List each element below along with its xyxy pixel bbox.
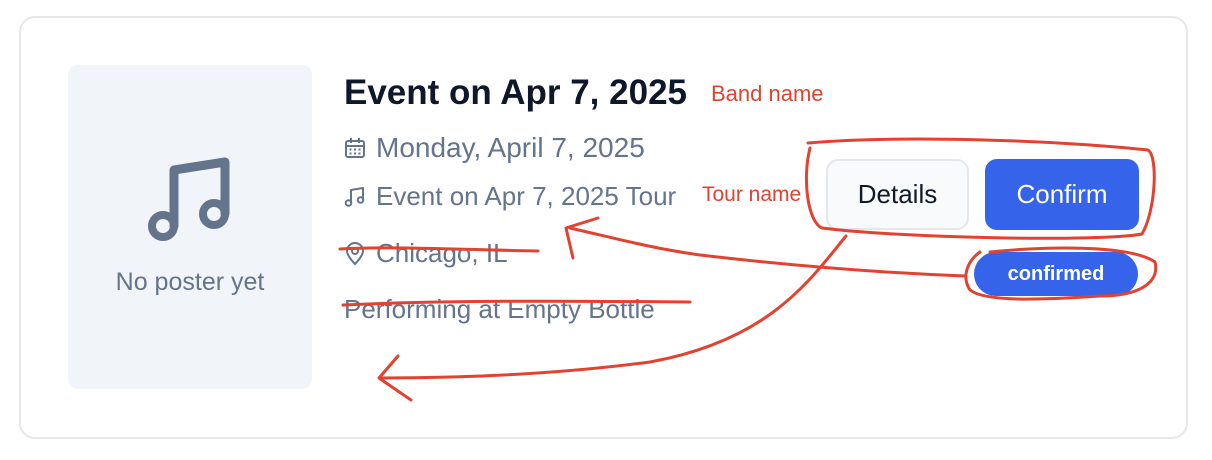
tour-name-annotation: Tour name <box>702 183 802 206</box>
event-tour-row: Event on Apr 7, 2025 Tour <box>344 181 676 212</box>
location-pin-icon <box>345 241 365 265</box>
event-tour: Event on Apr 7, 2025 Tour <box>376 181 677 211</box>
music-note-icon <box>148 157 230 241</box>
event-title: Event on Apr 7, 2025 <box>344 73 687 112</box>
status-badge: confirmed <box>974 252 1138 296</box>
confirm-button[interactable]: Confirm <box>985 159 1139 230</box>
music-note-small-icon <box>344 186 365 207</box>
event-location: Chicago, IL <box>376 238 508 268</box>
calendar-icon <box>345 138 365 158</box>
band-name-annotation: Band name <box>711 81 824 106</box>
event-date: Monday, April 7, 2025 <box>376 132 645 163</box>
event-location-row: Chicago, IL <box>344 238 508 269</box>
details-button[interactable]: Details <box>826 159 969 230</box>
event-date-row: Monday, April 7, 2025 <box>344 132 645 164</box>
event-performing: Performing at Empty Bottle <box>344 294 655 324</box>
no-poster-text: No poster yet <box>115 268 265 296</box>
